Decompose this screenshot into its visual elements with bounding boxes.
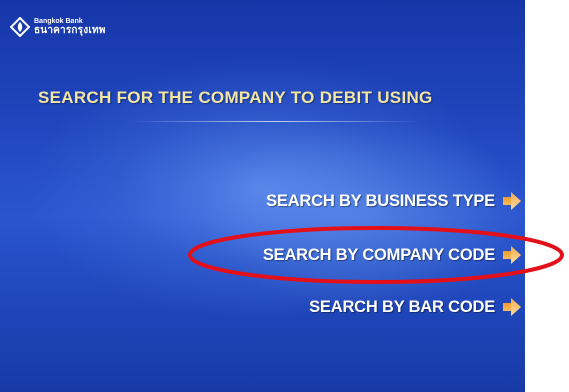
search-by-company-code-button[interactable]: SEARCH BY COMPANY CODE xyxy=(263,244,525,266)
arrow-right-icon xyxy=(503,246,521,264)
bank-name: Bangkok Bank ธนาคารกรุงเทพ xyxy=(34,18,106,36)
title-divider xyxy=(130,121,420,122)
arrow-right-icon xyxy=(503,192,521,210)
bank-name-english: Bangkok Bank xyxy=(34,18,83,25)
page: Bangkok Bank ธนาคารกรุงเทพ SEARCH FOR TH… xyxy=(0,0,569,392)
bank-logo: Bangkok Bank ธนาคารกรุงเทพ xyxy=(10,17,106,37)
search-by-business-type-button[interactable]: SEARCH BY BUSINESS TYPE xyxy=(266,190,525,212)
bank-name-thai: ธนาคารกรุงเทพ xyxy=(34,25,106,36)
page-title: SEARCH FOR THE COMPANY TO DEBIT USING xyxy=(38,88,433,107)
option-label: SEARCH BY COMPANY CODE xyxy=(262,245,495,264)
bangkok-bank-logo-icon xyxy=(10,17,30,37)
atm-screen: Bangkok Bank ธนาคารกรุงเทพ SEARCH FOR TH… xyxy=(0,0,525,392)
option-label: SEARCH BY BAR CODE xyxy=(309,297,495,316)
option-label: SEARCH BY BUSINESS TYPE xyxy=(266,191,495,210)
search-by-bar-code-button[interactable]: SEARCH BY BAR CODE xyxy=(309,296,525,318)
arrow-right-icon xyxy=(503,298,521,316)
